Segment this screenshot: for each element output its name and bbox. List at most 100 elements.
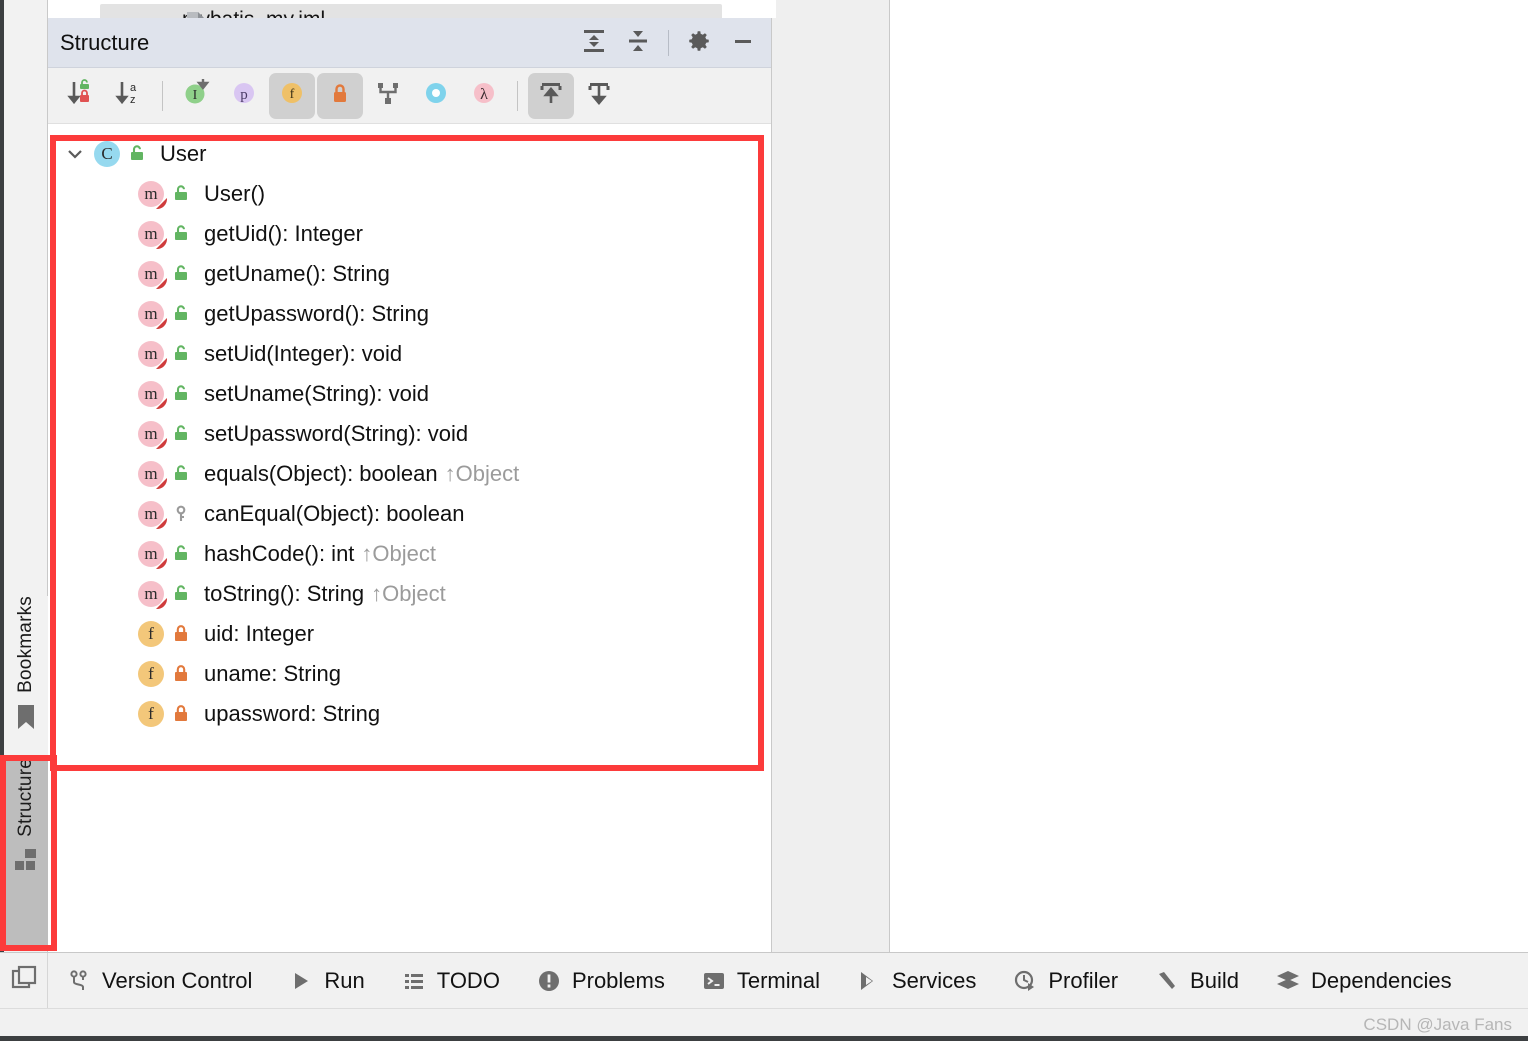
class-icon: C <box>92 141 122 167</box>
structure-icon <box>13 847 39 878</box>
lambda-icon: λ <box>469 78 499 113</box>
field-icon: f <box>136 621 166 647</box>
structure-header: Structure <box>48 18 771 68</box>
method-icon: m <box>136 221 166 247</box>
tree-row[interactable]: C User <box>48 134 771 174</box>
show-fields-button[interactable]: f <box>269 72 315 119</box>
bottom-bar-item-label: Dependencies <box>1310 967 1452 993</box>
hide-button[interactable] <box>723 24 763 62</box>
page-title: Structure <box>60 29 150 55</box>
public-visibility-icon <box>166 423 196 445</box>
list-icon <box>401 969 427 993</box>
tree-row[interactable]: m getUname(): String <box>48 254 771 294</box>
bottom-tool-bar: Version Control Run TODO Problems Terminal Se… <box>0 952 1528 1009</box>
tree-row[interactable]: m canEqual(Object): boolean <box>48 494 771 534</box>
method-icon: m <box>136 461 166 487</box>
show-lambdas-button[interactable]: λ <box>461 73 507 119</box>
bottom-bar-item-services[interactable]: Services <box>838 953 994 1009</box>
file-icon <box>184 11 206 18</box>
bottom-bar-item-todo[interactable]: TODO <box>383 953 518 1009</box>
method-icon: m <box>136 581 166 607</box>
bottom-bar-item-label: Run <box>324 967 365 993</box>
bottom-bar-item-terminal[interactable]: Terminal <box>683 953 838 1009</box>
svg-text:λ: λ <box>480 86 488 103</box>
public-visibility-icon <box>166 223 196 245</box>
minimize-icon <box>730 28 756 59</box>
tree-row-label: getUid(): Integer <box>204 221 363 246</box>
collapse-all-icon <box>625 28 651 59</box>
autoscroll-from-source-button[interactable] <box>576 73 622 119</box>
tree-row[interactable]: m setUname(String): void <box>48 374 771 414</box>
inherited-icon: I <box>181 78 211 113</box>
private-visibility-icon <box>166 623 196 645</box>
bottom-bar-item-build[interactable]: Build <box>1136 953 1257 1009</box>
tree-row-label: hashCode(): int <box>204 541 355 566</box>
sidebar-item-bookmarks-label: Bookmarks <box>15 596 36 693</box>
show-tool-windows-button[interactable] <box>0 952 48 1009</box>
bottom-bar-item-version-control[interactable]: Version Control <box>48 953 270 1009</box>
editor-area[interactable] <box>890 0 1528 952</box>
autoscroll-to-source-button[interactable] <box>528 72 574 119</box>
expand-all-button[interactable] <box>574 24 614 62</box>
chevron-down-icon[interactable] <box>58 143 92 165</box>
bottom-bar-item-label: Build <box>1190 967 1239 993</box>
tree-row-label: setUid(Integer): void <box>204 341 403 366</box>
autoscroll-from-source-icon <box>584 78 614 113</box>
collapse-all-button[interactable] <box>618 24 658 62</box>
windows-corner-icon <box>10 964 38 997</box>
bottom-bar-item-profiler[interactable]: Profiler <box>994 953 1136 1009</box>
tree-row[interactable]: m setUid(Integer): void <box>48 334 771 374</box>
tree-row[interactable]: f uname: String <box>48 654 771 694</box>
profiler-icon <box>1012 969 1038 993</box>
show-non-public-button[interactable] <box>317 72 363 119</box>
sort-by-visibility-button[interactable] <box>58 73 104 119</box>
autoscroll-to-source-icon <box>536 78 566 113</box>
tree-row-label: uname: String <box>204 661 341 686</box>
show-anonymous-classes-button[interactable] <box>413 73 459 119</box>
bottom-bar-item-problems[interactable]: Problems <box>518 953 683 1009</box>
method-icon: m <box>136 541 166 567</box>
method-icon: m <box>136 381 166 407</box>
tree-row-owner: ↑Object <box>444 461 520 486</box>
public-visibility-icon <box>166 263 196 285</box>
tree-row-label: upassword: String <box>204 701 381 726</box>
hammer-icon <box>1154 969 1180 993</box>
public-visibility-icon <box>122 143 152 165</box>
tree-row-label: setUpassword(String): void <box>204 421 469 446</box>
field-icon: f <box>136 661 166 687</box>
properties-icon: p <box>229 78 259 113</box>
tree-row[interactable]: m toString(): String ↑Object <box>48 574 771 614</box>
method-icon: m <box>136 261 166 287</box>
tree-row[interactable]: m getUpassword(): String <box>48 294 771 334</box>
editor-tab-strip: mybatis_my.iml <box>52 0 772 18</box>
bottom-bar-item-label: Services <box>892 967 977 993</box>
sidebar-item-structure[interactable]: Structure <box>4 758 48 948</box>
tree-row[interactable]: m hashCode(): int ↑Object <box>48 534 771 574</box>
tree-row[interactable]: f upassword: String <box>48 694 771 734</box>
header-divider <box>668 30 669 56</box>
window-bottom-edge <box>0 1036 1528 1041</box>
show-properties-button[interactable]: p <box>221 73 267 119</box>
structure-tree[interactable]: C User m User() m getUid(): Integer m getUname(… <box>48 124 771 952</box>
editor-tab-mybatis-iml[interactable]: mybatis_my.iml <box>100 4 722 18</box>
tree-row[interactable]: m getUid(): Integer <box>48 214 771 254</box>
settings-button[interactable] <box>679 24 719 62</box>
public-visibility-icon <box>166 543 196 565</box>
tree-row[interactable]: m setUpassword(String): void <box>48 414 771 454</box>
bottom-bar-item-run[interactable]: Run <box>270 953 382 1009</box>
svg-text:f: f <box>290 87 295 102</box>
method-icon: m <box>136 341 166 367</box>
sort-alpha-icon: a z <box>114 78 144 113</box>
sort-alphabetically-button[interactable]: a z <box>106 73 152 119</box>
sidebar-item-bookmarks[interactable]: Bookmarks <box>4 596 48 756</box>
show-inherited-button[interactable]: I <box>173 73 219 119</box>
tree-row[interactable]: f uid: Integer <box>48 614 771 654</box>
public-visibility-icon <box>166 303 196 325</box>
tree-row[interactable]: m equals(Object): boolean ↑Object <box>48 454 771 494</box>
group-methods-by-interface-button[interactable] <box>365 73 411 119</box>
tree-row-label: equals(Object): boolean <box>204 461 438 486</box>
error-icon <box>536 969 562 993</box>
tree-row[interactable]: m User() <box>48 174 771 214</box>
svg-text:I: I <box>193 88 198 103</box>
bottom-bar-item-dependencies[interactable]: Dependencies <box>1257 953 1470 1009</box>
